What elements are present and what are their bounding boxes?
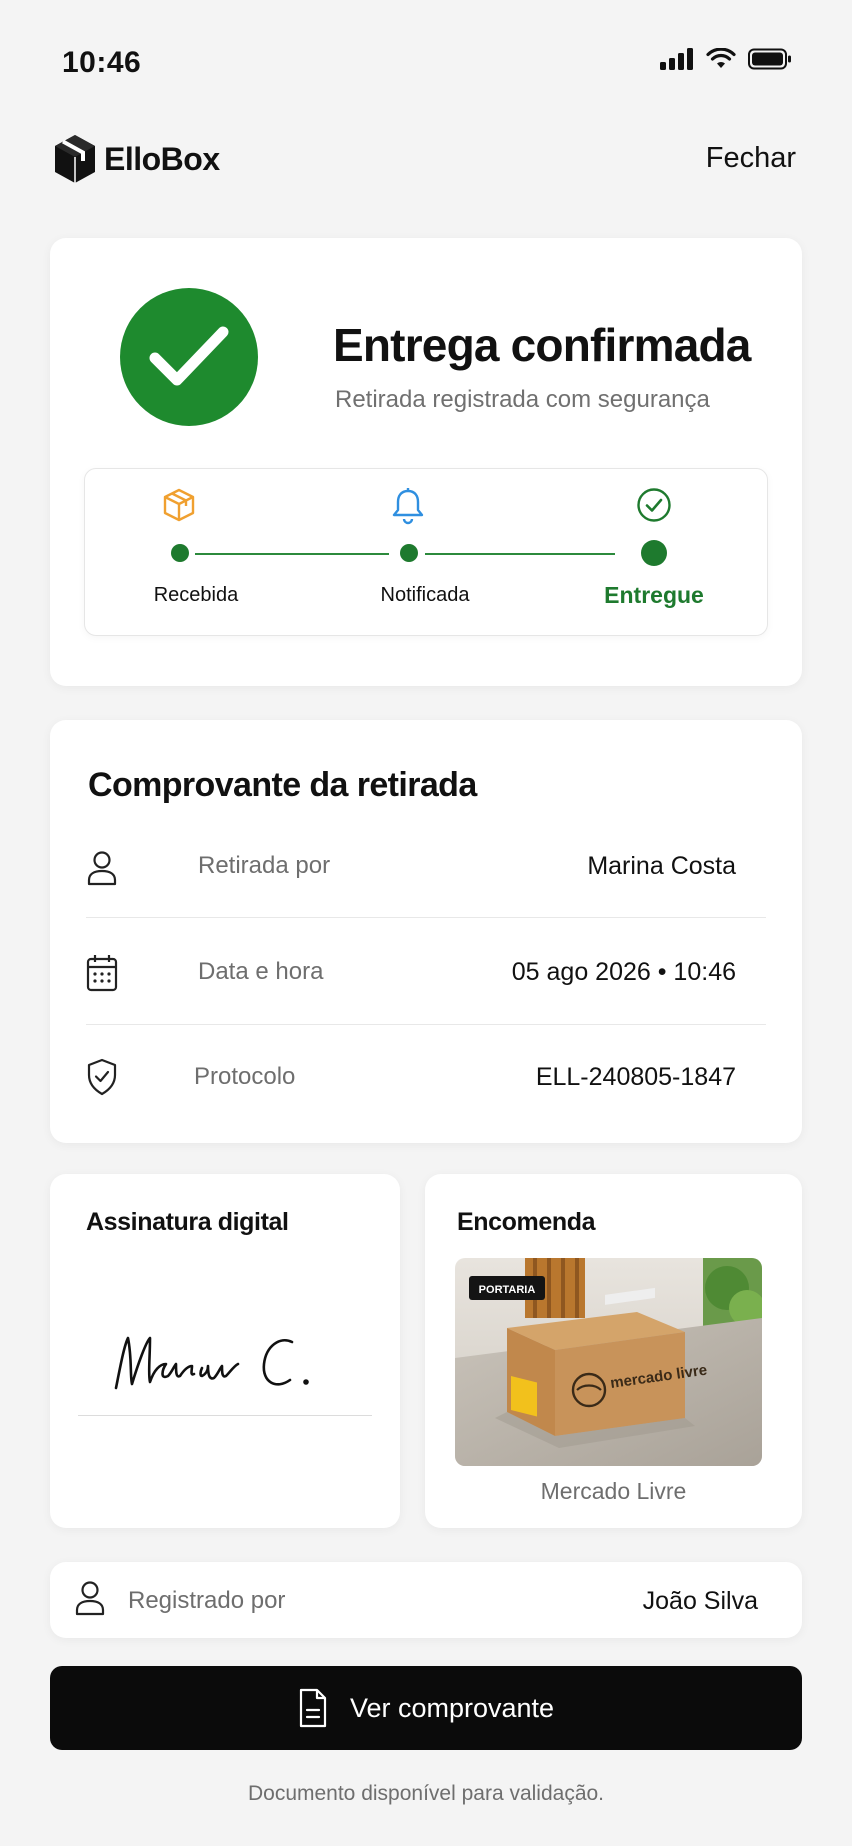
picked-up-by-value: Marina Costa bbox=[587, 852, 736, 880]
portaria-sign: PORTARIA bbox=[479, 1284, 536, 1296]
confirmation-card: Entrega confirmada Retirada registrada c… bbox=[50, 238, 802, 686]
signal-icon bbox=[660, 48, 693, 70]
user-icon bbox=[75, 1581, 105, 1616]
signature-title: Assinatura digital bbox=[86, 1208, 289, 1236]
package-icon bbox=[163, 488, 195, 522]
receipt-row-picked-up-by: Retirada por Marina Costa bbox=[86, 850, 766, 954]
brand-name: ElloBox bbox=[104, 140, 220, 177]
package-caption: Mercado Livre bbox=[540, 1478, 687, 1504]
date-time-label: Data e hora bbox=[198, 958, 324, 985]
cube-logo-icon bbox=[55, 135, 95, 183]
timeline-dot-received bbox=[171, 544, 189, 562]
close-button[interactable]: Fechar bbox=[706, 142, 796, 175]
picked-up-by-label: Retirada por bbox=[198, 852, 331, 879]
brand-logo: ElloBox bbox=[54, 134, 220, 184]
user-icon bbox=[87, 851, 117, 886]
view-receipt-label: Ver comprovante bbox=[349, 1692, 555, 1723]
registered-by-value: João Silva bbox=[642, 1587, 758, 1615]
timeline-connector bbox=[425, 553, 615, 555]
signature-baseline bbox=[78, 1415, 372, 1416]
row-divider bbox=[86, 917, 766, 918]
confirmation-subtitle: Retirada registrada com segurança bbox=[335, 386, 710, 413]
calendar-icon bbox=[86, 955, 118, 992]
package-card: Encomenda PORTARIA mercado livre Mercado… bbox=[425, 1174, 802, 1528]
timeline-dot-delivered bbox=[641, 540, 667, 566]
timeline-dot-notified bbox=[400, 544, 418, 562]
receipt-row-protocol: Protocolo ELL-240805-1847 bbox=[86, 1058, 766, 1162]
signature-card: Assinatura digital bbox=[50, 1174, 400, 1528]
registered-by-card: Registrado por João Silva bbox=[50, 1562, 802, 1638]
confirmation-title: Entrega confirmada bbox=[333, 319, 751, 371]
timeline-label-notified: Notificada bbox=[380, 584, 470, 606]
view-receipt-button[interactable]: Ver comprovante bbox=[50, 1666, 802, 1750]
registered-by-label: Registrado por bbox=[128, 1587, 286, 1614]
status-time: 10:46 bbox=[62, 46, 142, 79]
delivery-timeline: Recebida Notificada Entregue bbox=[84, 468, 768, 636]
receipt-row-date-time: Data e hora 05 ago 2026 • 10:46 bbox=[86, 954, 766, 1058]
protocol-label: Protocolo bbox=[194, 1063, 296, 1090]
timeline-label-delivered: Entregue bbox=[604, 582, 704, 608]
check-circle-icon bbox=[637, 488, 671, 522]
receipt-title: Comprovante da retirada bbox=[88, 766, 477, 804]
signature-image bbox=[114, 1336, 309, 1390]
status-bar: 10:46 bbox=[0, 0, 852, 110]
success-check-icon bbox=[120, 288, 258, 426]
validation-footnote: Documento disponível para validação. bbox=[247, 1782, 605, 1805]
app-header: ElloBox Fechar bbox=[0, 120, 852, 200]
timeline-label-received: Recebida bbox=[153, 584, 239, 606]
date-time-value: 05 ago 2026 • 10:46 bbox=[511, 958, 736, 986]
document-icon bbox=[299, 1688, 327, 1728]
shield-check-icon bbox=[87, 1058, 117, 1096]
bell-icon bbox=[392, 488, 424, 525]
package-title: Encomenda bbox=[457, 1208, 596, 1236]
row-divider bbox=[86, 1024, 766, 1025]
status-icons bbox=[660, 48, 792, 70]
battery-icon bbox=[748, 48, 791, 70]
wifi-icon bbox=[706, 48, 736, 68]
timeline-connector bbox=[195, 553, 389, 555]
package-photo[interactable]: PORTARIA mercado livre bbox=[455, 1258, 762, 1466]
protocol-value: ELL-240805-1847 bbox=[535, 1063, 736, 1091]
receipt-card: Comprovante da retirada Retirada por Mar… bbox=[50, 720, 802, 1143]
